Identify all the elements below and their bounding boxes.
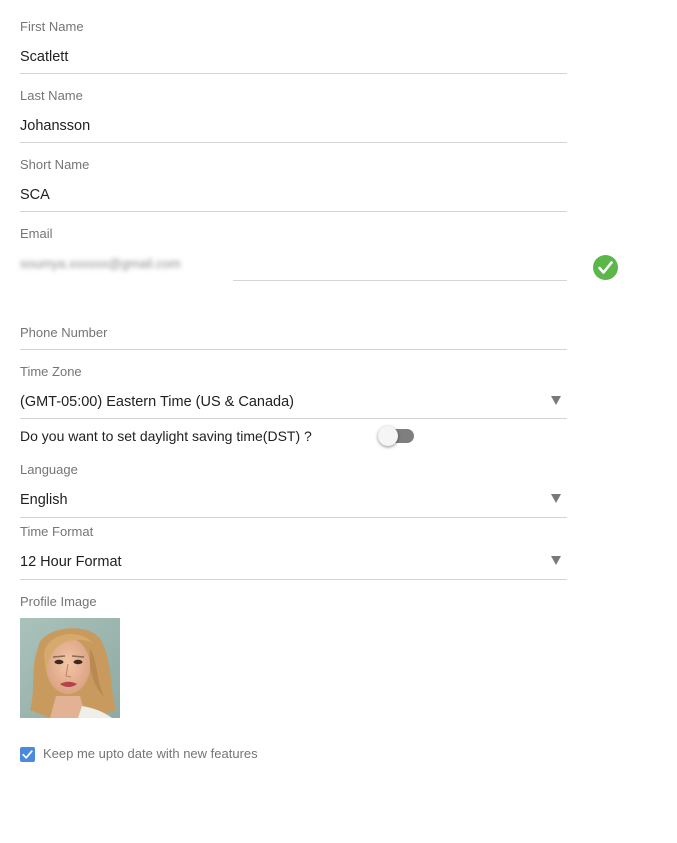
profile-image-field: Profile Image xyxy=(20,593,567,613)
chevron-down-icon[interactable] xyxy=(551,494,561,503)
language-underline xyxy=(20,517,567,518)
newsletter-label[interactable]: Keep me upto date with new features xyxy=(43,746,258,761)
phone-number-underline xyxy=(20,349,567,350)
email-label: Email xyxy=(20,226,53,241)
phone-number-field[interactable]: Phone Number xyxy=(20,324,567,350)
phone-number-label: Phone Number xyxy=(20,325,108,340)
first-name-field[interactable]: First Name Scatlett xyxy=(20,18,567,74)
email-value: soumya.xxxxxx@gmail.com xyxy=(20,256,181,271)
email-field[interactable]: Email soumya.xxxxxx@gmail.com xyxy=(20,225,567,283)
profile-image-label: Profile Image xyxy=(20,594,97,609)
first-name-underline xyxy=(20,73,567,74)
time-format-underline xyxy=(20,579,567,580)
dst-label: Do you want to set daylight saving time(… xyxy=(20,428,312,444)
last-name-label: Last Name xyxy=(20,88,83,103)
short-name-underline xyxy=(20,211,567,212)
short-name-label: Short Name xyxy=(20,157,90,172)
chevron-down-icon[interactable] xyxy=(551,556,561,565)
time-zone-underline xyxy=(20,418,567,419)
short-name-field[interactable]: Short Name SCA xyxy=(20,156,567,212)
language-select[interactable]: Language English xyxy=(20,461,567,518)
last-name-underline xyxy=(20,142,567,143)
time-zone-select[interactable]: Time Zone (GMT-05:00) Eastern Time (US &… xyxy=(20,363,567,419)
language-value: English xyxy=(20,492,68,508)
time-format-select[interactable]: Time Format 12 Hour Format xyxy=(20,523,567,580)
language-label: Language xyxy=(20,462,78,477)
short-name-input[interactable]: SCA xyxy=(20,186,50,204)
time-format-value: 12 Hour Format xyxy=(20,554,122,570)
time-zone-value: (GMT-05:00) Eastern Time (US & Canada) xyxy=(20,394,294,410)
last-name-field[interactable]: Last Name Johansson xyxy=(20,87,567,143)
dst-toggle[interactable] xyxy=(378,426,418,448)
check-circle-icon xyxy=(593,255,618,280)
email-underline xyxy=(233,280,567,281)
profile-image[interactable] xyxy=(20,618,120,718)
first-name-input[interactable]: Scatlett xyxy=(20,48,68,66)
time-zone-label: Time Zone xyxy=(20,364,82,379)
chevron-down-icon[interactable] xyxy=(551,396,561,405)
last-name-input[interactable]: Johansson xyxy=(20,117,90,135)
first-name-label: First Name xyxy=(20,19,84,34)
dst-toggle-thumb xyxy=(378,426,398,446)
newsletter-checkbox[interactable] xyxy=(20,747,35,762)
time-format-label: Time Format xyxy=(20,524,94,539)
